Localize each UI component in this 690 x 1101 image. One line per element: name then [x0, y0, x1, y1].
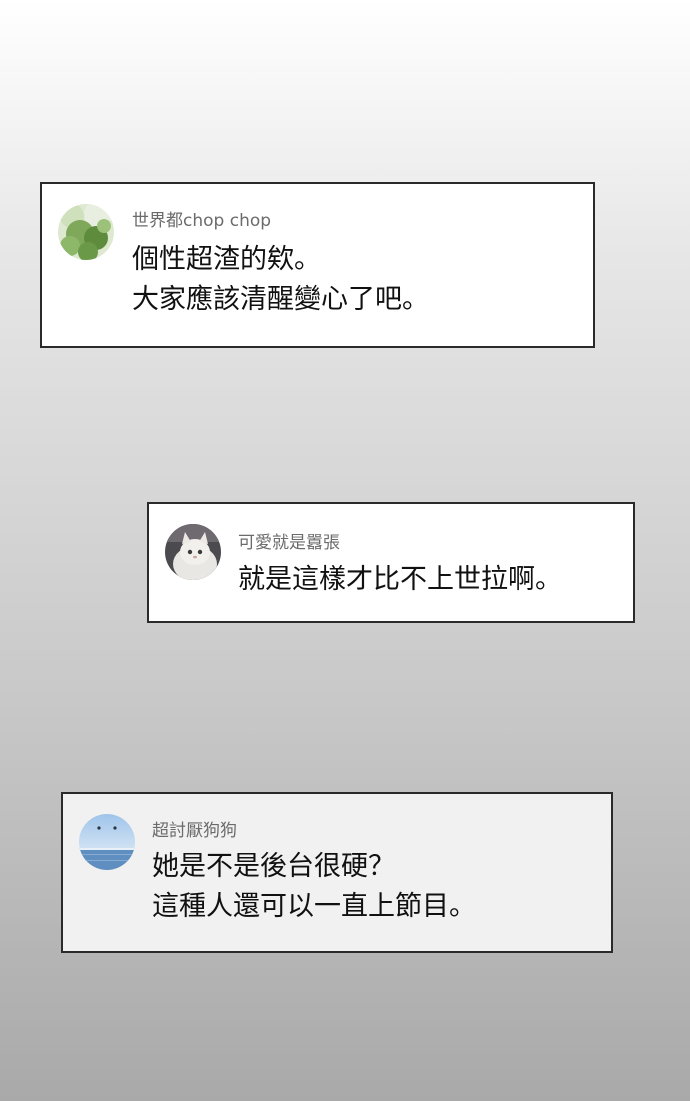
comment-line: 她是不是後台很硬？: [152, 851, 395, 882]
green-leaves-avatar-icon: [58, 204, 114, 260]
white-cat-avatar-icon: [165, 524, 221, 580]
avatar[interactable]: [165, 524, 221, 580]
comment-line: 個性超渣的欸。: [132, 244, 321, 275]
avatar[interactable]: [58, 204, 114, 260]
comment-text: 就是這樣才比不上世拉啊。: [238, 560, 562, 600]
comment-line: 這種人還可以一直上節目。: [152, 891, 476, 922]
comment-text: 個性超渣的欸。 大家應該清醒變心了吧。: [132, 240, 429, 320]
username[interactable]: 世界都chop chop: [132, 206, 271, 231]
username[interactable]: 可愛就是囂張: [238, 528, 340, 553]
comment-line: 大家應該清醒變心了吧。: [132, 284, 429, 315]
comment-card: 可愛就是囂張 就是這樣才比不上世拉啊。: [147, 502, 635, 623]
comment-line: 就是這樣才比不上世拉啊。: [238, 564, 562, 595]
comment-card: 超討厭狗狗 她是不是後台很硬？ 這種人還可以一直上節目。: [61, 792, 613, 953]
comment-text: 她是不是後台很硬？ 這種人還可以一直上節目。: [152, 847, 476, 927]
sea-sky-avatar-icon: [79, 814, 135, 870]
avatar[interactable]: [79, 814, 135, 870]
comment-card: 世界都chop chop 個性超渣的欸。 大家應該清醒變心了吧。: [40, 182, 595, 348]
username[interactable]: 超討厭狗狗: [152, 816, 237, 841]
